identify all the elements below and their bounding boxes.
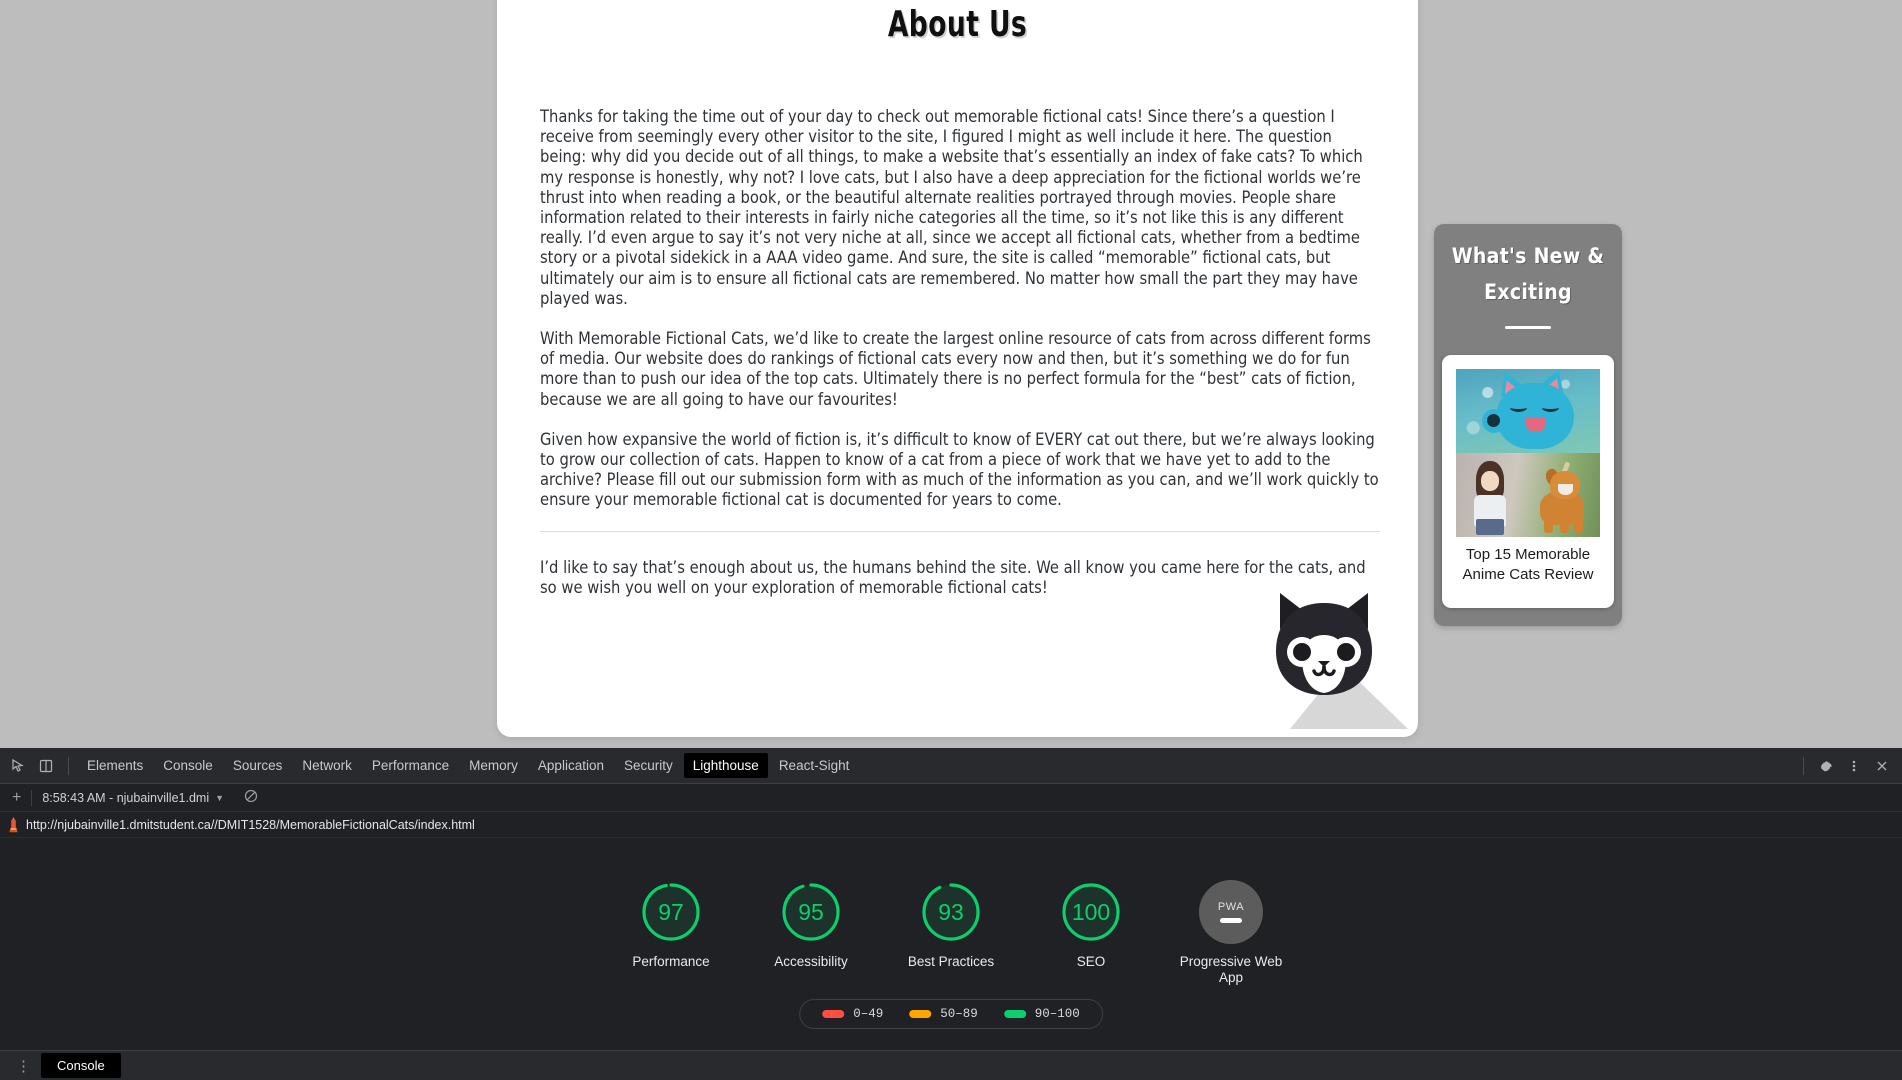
whats-new-widget: What's New & Exciting Top 15 Memorable A…	[1434, 224, 1622, 626]
devtools-tabbar: Elements Console Sources Network Perform…	[0, 748, 1902, 784]
device-toolbar-icon[interactable]	[32, 753, 60, 779]
thumbnail-bottom-anime-scene	[1456, 453, 1600, 537]
clear-reports-icon[interactable]	[244, 789, 258, 806]
legend-label-poor: 0–49	[853, 1007, 884, 1021]
gauge-seo[interactable]: 100 SEO	[1038, 880, 1144, 986]
gauge-best-practices[interactable]: 93 Best Practices	[898, 880, 1004, 986]
gauge-value-seo: 100	[1071, 898, 1111, 925]
chevron-down-icon[interactable]: ▼	[209, 793, 230, 803]
tab-sources[interactable]: Sources	[224, 753, 292, 778]
tab-security[interactable]: Security	[615, 753, 682, 778]
legend-item-poor: 0–49	[822, 1007, 883, 1021]
gauge-value-performance: 97	[658, 898, 684, 925]
gauge-value-accessibility: 95	[798, 898, 824, 925]
about-article: Thanks for taking the time out of your d…	[497, 107, 1418, 598]
drawer-tab-console[interactable]: Console	[41, 1053, 121, 1078]
thumbnail-top-anime-cat	[1456, 369, 1600, 453]
close-devtools-icon[interactable]	[1868, 753, 1896, 779]
legend-pill-good	[1003, 1010, 1026, 1018]
subbar-separator	[31, 789, 33, 806]
tab-performance[interactable]: Performance	[363, 753, 458, 778]
widget-thumbnail-image	[1456, 369, 1600, 537]
about-paragraph-1: Thanks for taking the time out of your d…	[540, 107, 1363, 308]
gauge-label-seo: SEO	[1076, 954, 1106, 969]
legend-label-average: 50–89	[940, 1007, 978, 1021]
tab-memory[interactable]: Memory	[460, 753, 527, 778]
toolbar-separator	[68, 756, 69, 775]
legend-pill-poor	[822, 1010, 845, 1018]
gauge-ring-seo: 100	[1059, 880, 1123, 944]
widget-divider	[1505, 326, 1551, 329]
page-content-sheet: About Us Thanks for taking the time out …	[497, 0, 1418, 737]
lighthouse-gauges: 97 Performance 95 Accessibility 93 Best …	[0, 838, 1902, 986]
lighthouse-url-bar: http://njubainville1.dmitstudent.ca//DMI…	[0, 812, 1902, 838]
gauge-pwa[interactable]: PWA Progressive Web App	[1178, 880, 1284, 986]
cat-logo-icon	[1276, 593, 1408, 729]
gauge-label-accessibility: Accessibility	[774, 954, 848, 969]
gauge-ring-best-practices: 93	[919, 880, 983, 944]
gauge-accessibility[interactable]: 95 Accessibility	[758, 880, 864, 986]
section-divider	[540, 530, 1380, 532]
lighthouse-report: 97 Performance 95 Accessibility 93 Best …	[0, 838, 1902, 1053]
tab-react-sight[interactable]: React-Sight	[770, 753, 859, 778]
inspect-element-icon[interactable]	[4, 753, 32, 779]
tab-lighthouse[interactable]: Lighthouse	[683, 753, 768, 778]
audited-url: http://njubainville1.dmitstudent.ca//DMI…	[26, 817, 475, 832]
tab-network[interactable]: Network	[293, 753, 361, 778]
devtools-panel: Elements Console Sources Network Perform…	[0, 748, 1902, 1080]
lighthouse-score-legend: 0–49 50–89 90–100	[799, 999, 1103, 1029]
pwa-badge-text: PWA	[1217, 901, 1245, 913]
lighthouse-run-bar: + 8:58:43 AM - njubainville1.dmi ▼	[0, 784, 1902, 812]
lighthouse-logo-icon	[0, 816, 26, 833]
gauge-value-best-practices: 93	[938, 898, 964, 925]
gauge-label-performance: Performance	[632, 954, 710, 969]
drawer-more-icon[interactable]: ⋮	[6, 1057, 41, 1075]
legend-item-good: 90–100	[1003, 1007, 1080, 1021]
browser-viewport: About Us Thanks for taking the time out …	[0, 0, 1902, 748]
widget-article-card[interactable]: Top 15 Memorable Anime Cats Review	[1442, 355, 1614, 608]
widget-card-title[interactable]: Top 15 Memorable Anime Cats Review	[1450, 545, 1606, 585]
toolbar-separator-right	[1803, 756, 1804, 775]
legend-item-average: 50–89	[909, 1007, 978, 1021]
tab-application[interactable]: Application	[529, 753, 613, 778]
pwa-badge-icon: PWA	[1199, 880, 1263, 944]
more-options-icon[interactable]	[1840, 753, 1868, 779]
legend-label-good: 90–100	[1034, 1007, 1080, 1021]
gauge-performance[interactable]: 97 Performance	[618, 880, 724, 986]
gauge-ring-performance: 97	[639, 880, 703, 944]
gauge-ring-accessibility: 95	[779, 880, 843, 944]
gauge-label-pwa: Progressive Web App	[1179, 954, 1283, 985]
about-paragraph-2: With Memorable Fictional Cats, we’d like…	[540, 329, 1371, 409]
report-selector-label[interactable]: 8:58:43 AM - njubainville1.dmi	[42, 791, 209, 805]
tab-elements[interactable]: Elements	[78, 753, 152, 778]
new-report-button[interactable]: +	[8, 789, 31, 807]
devtools-drawer: ⋮ Console	[0, 1050, 1902, 1080]
page-title: About Us	[887, 4, 1028, 45]
legend-pill-average	[909, 1010, 932, 1018]
gauge-label-best-practices: Best Practices	[907, 954, 995, 969]
about-paragraph-3: Given how expansive the world of fiction…	[540, 429, 1379, 510]
gear-icon[interactable]	[1812, 753, 1840, 779]
tab-console[interactable]: Console	[154, 753, 222, 778]
widget-heading: What's New & Exciting	[1451, 244, 1605, 304]
pwa-dash-icon	[1220, 918, 1242, 923]
